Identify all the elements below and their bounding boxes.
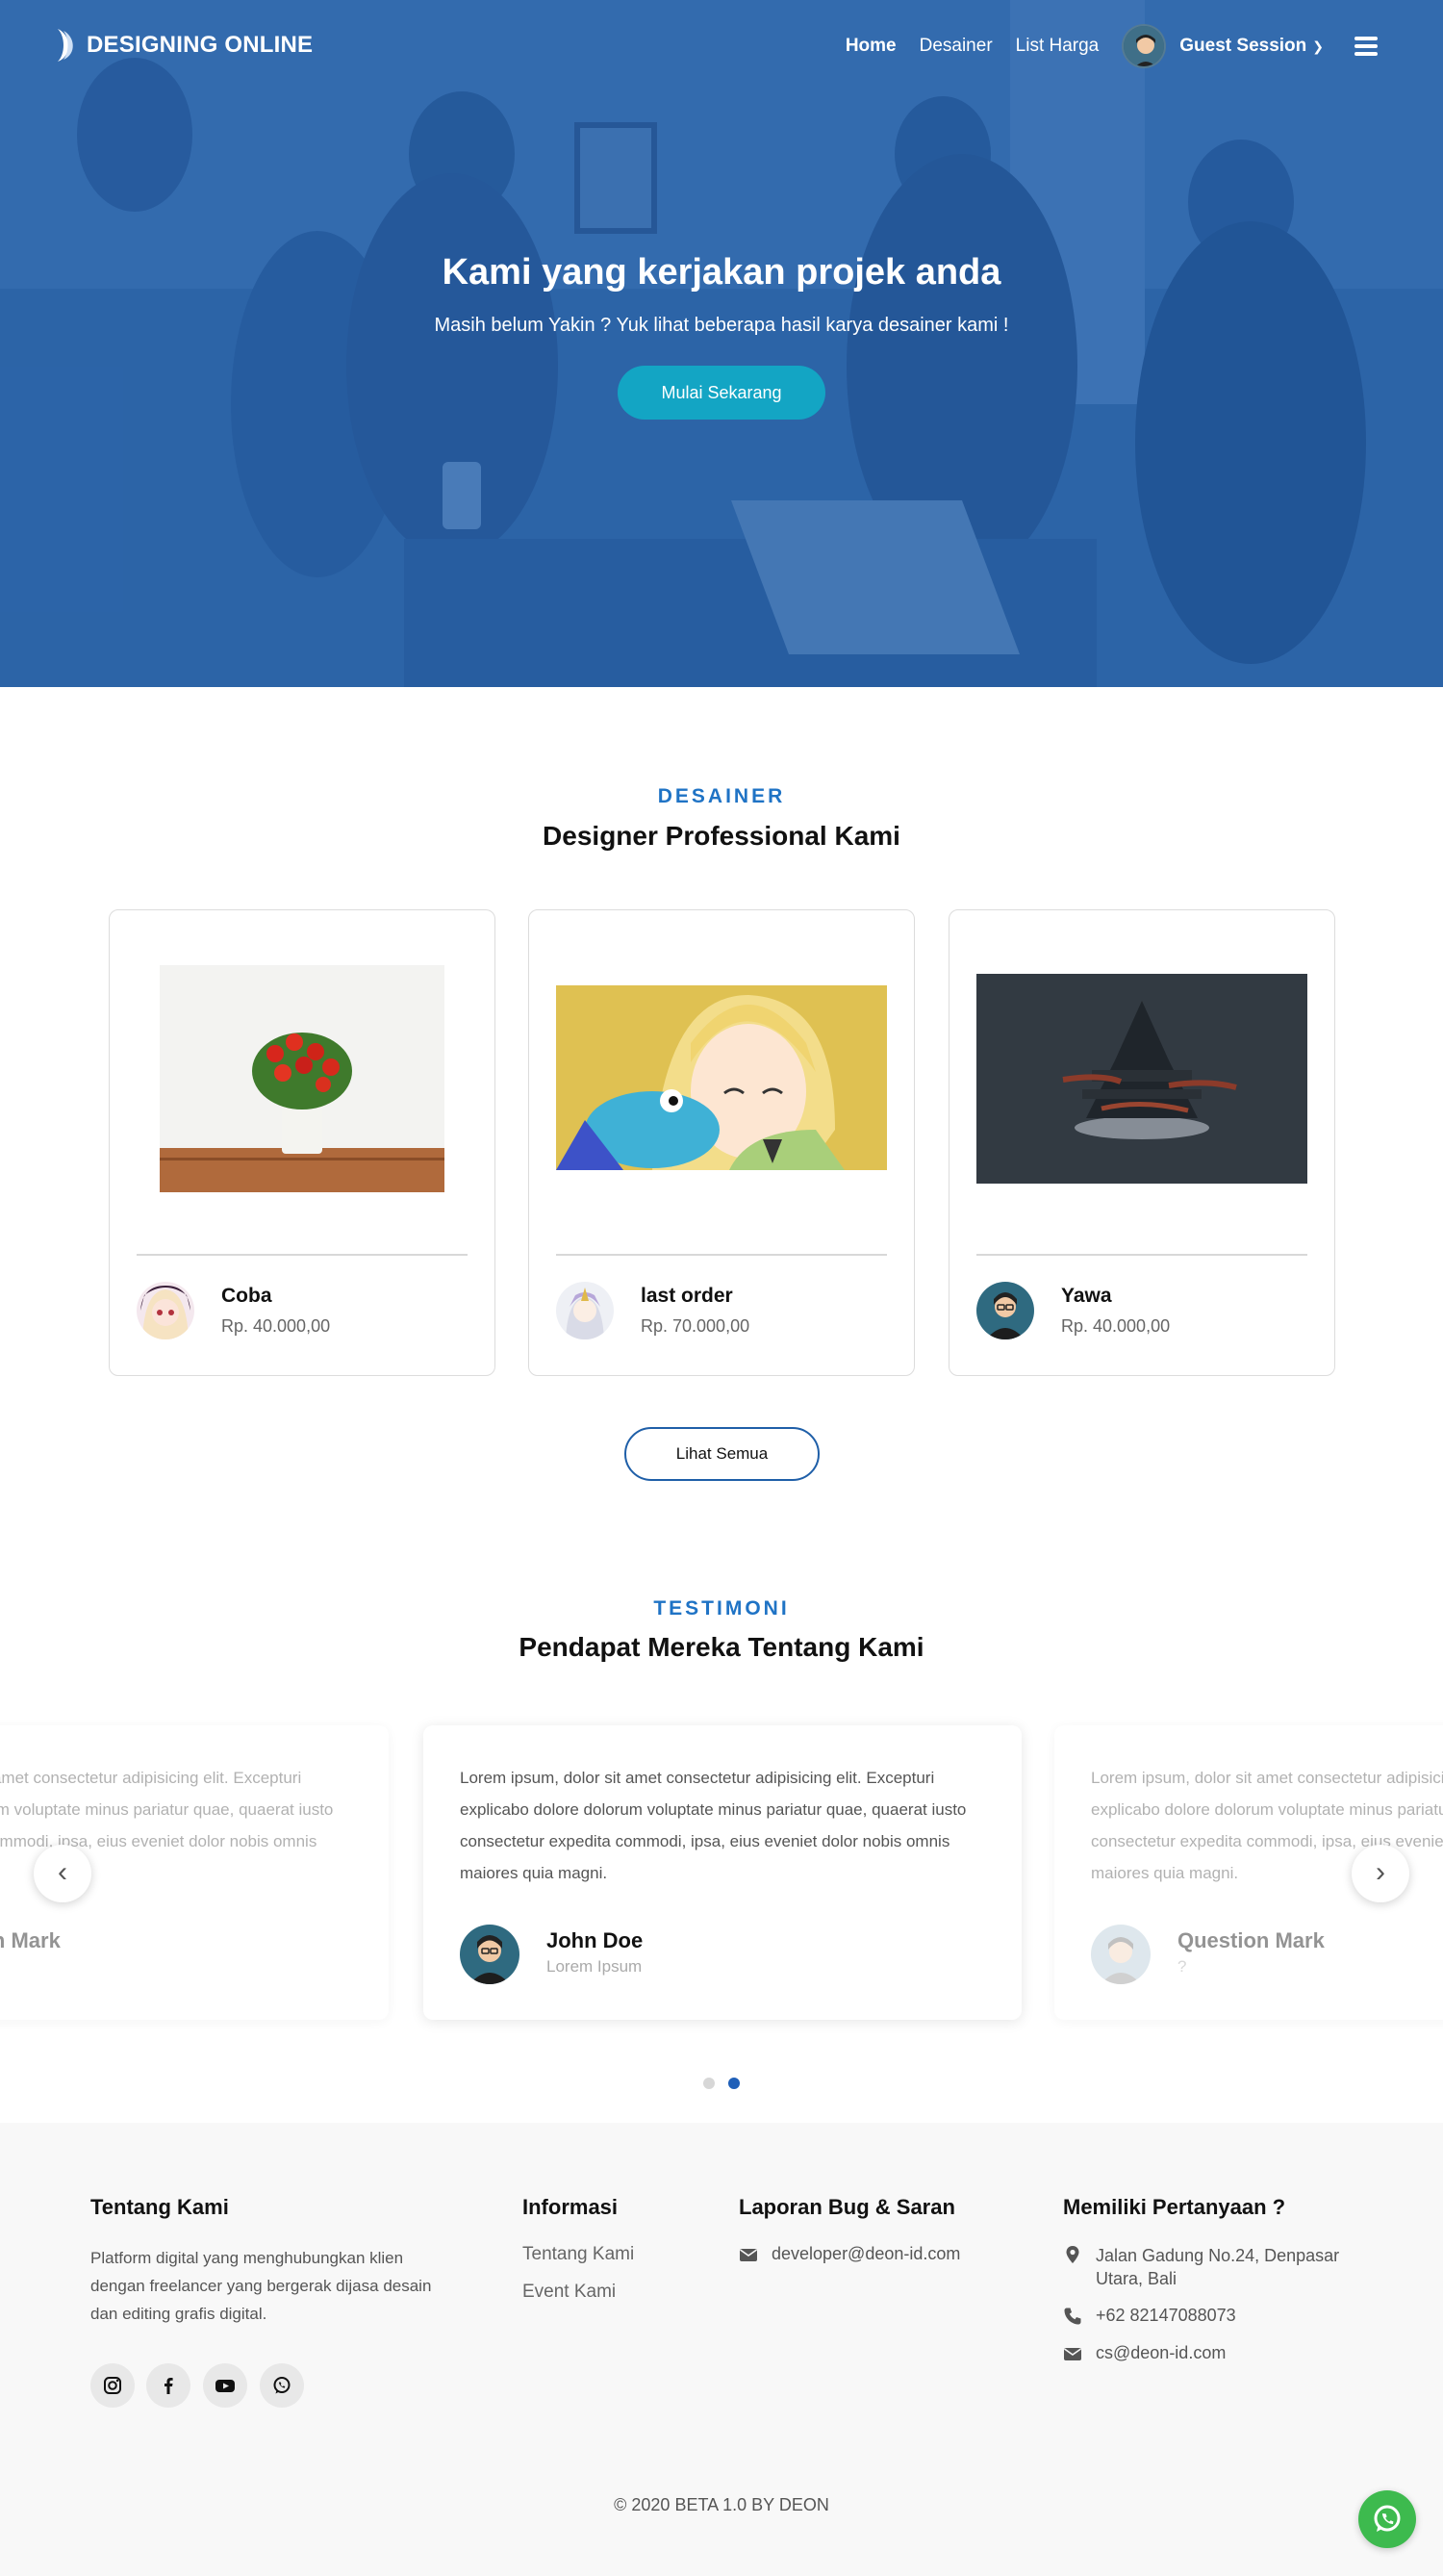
designer-card[interactable]: Yawa Rp. 40.000,00 — [949, 909, 1335, 1376]
youtube-icon[interactable] — [203, 2363, 247, 2408]
testimonial-role: Lorem Ipsum — [546, 1957, 643, 1976]
brand-mark-icon — [58, 29, 73, 62]
copyright-text: © 2020 BETA 1.0 BY DEON — [614, 2495, 829, 2514]
testimonial-avatar — [460, 1925, 519, 1984]
see-all-button[interactable]: Lihat Semua — [624, 1427, 820, 1481]
footer-about-text: Platform digital yang menghubungkan klie… — [90, 2249, 432, 2323]
facebook-icon[interactable] — [146, 2363, 190, 2408]
map-marker-icon — [1066, 2246, 1079, 2263]
designers-title: Designer Professional Kami — [543, 821, 900, 851]
hamburger-menu-icon[interactable] — [1354, 33, 1378, 60]
hero-content: Kami yang kerjakan projek anda Masih bel… — [0, 252, 1443, 420]
designers-eyebrow: DESAINER — [657, 785, 786, 807]
footer-link-tentang-kami[interactable]: Tentang Kami — [522, 2244, 634, 2265]
nav-link-list-harga[interactable]: List Harga — [1016, 36, 1100, 57]
brand-name: DESIGNING ONLINE — [87, 32, 314, 58]
testimoni-title: Pendapat Mereka Tentang Kami — [519, 1632, 924, 1662]
footer-bug-title: Laporan Bug & Saran — [739, 2195, 955, 2219]
nav-link-desainer[interactable]: Desainer — [920, 36, 993, 57]
footer-about-title: Tentang Kami — [90, 2195, 229, 2219]
whatsapp-icon[interactable] — [260, 2363, 304, 2408]
testimonial-avatar — [1091, 1925, 1151, 1984]
designer-name: Yawa — [1061, 1285, 1112, 1307]
phone-icon — [1064, 2308, 1081, 2325]
carousel-dot-active[interactable] — [728, 2078, 740, 2089]
designer-avatar — [976, 1282, 1034, 1339]
whatsapp-float-icon[interactable] — [1358, 2490, 1416, 2548]
envelope-icon — [740, 2249, 757, 2261]
designer-artwork-image — [556, 985, 887, 1170]
designer-artwork-image — [160, 965, 444, 1192]
footer-contact-title: Memiliki Pertanyaan ? — [1063, 2195, 1286, 2219]
footer-phone[interactable]: +62 82147088073 — [1063, 2306, 1236, 2326]
testimonial-text: Lorem ipsum, dolor sit amet consectetur … — [460, 1769, 967, 1882]
designer-card[interactable]: last order Rp. 70.000,00 — [528, 909, 915, 1376]
carousel-dot[interactable] — [703, 2078, 715, 2089]
designer-avatar — [556, 1282, 614, 1339]
footer-email[interactable]: cs@deon-id.com — [1063, 2343, 1226, 2363]
nav-link-home[interactable]: Home — [846, 36, 897, 57]
testimonial-role: ? — [1177, 1957, 1187, 1976]
testimonial-name: Question Mark — [0, 1928, 61, 1952]
testimonial-card-active: Lorem ipsum, dolor sit amet consectetur … — [423, 1725, 1022, 2020]
testimonial-name: Question Mark — [1177, 1928, 1325, 1952]
designer-price: Rp. 40.000,00 — [1061, 1316, 1171, 1336]
designer-artwork-image — [976, 974, 1307, 1184]
designer-price: Rp. 70.000,00 — [641, 1316, 750, 1336]
top-navbar: DESIGNING ONLINE Home Desainer List Harg… — [0, 0, 1443, 92]
footer-bug-email[interactable]: developer@deon-id.com — [739, 2244, 960, 2264]
testimoni-eyebrow: TESTIMONI — [653, 1597, 790, 1620]
start-now-button[interactable]: Mulai Sekarang — [618, 366, 825, 420]
nav-links: Home Desainer List Harga Guest Session ❯ — [846, 21, 1443, 71]
chevron-down-icon[interactable]: ❯ — [1312, 38, 1324, 55]
user-avatar[interactable] — [1122, 24, 1167, 68]
brand-logo[interactable]: DESIGNING ONLINE — [56, 27, 313, 64]
designer-avatar — [137, 1282, 194, 1339]
chevron-left-icon[interactable]: ‹ — [34, 1845, 91, 1902]
designer-price: Rp. 40.000,00 — [221, 1316, 331, 1336]
instagram-icon[interactable] — [90, 2363, 135, 2408]
footer-info-title: Informasi — [522, 2195, 619, 2219]
hero-section: DESIGNING ONLINE Home Desainer List Harg… — [0, 0, 1443, 687]
user-name[interactable]: Guest Session — [1179, 36, 1306, 57]
hero-subtitle: Masih belum Yakin ? Yuk lihat beberapa h… — [434, 315, 1009, 336]
envelope-icon — [1064, 2348, 1081, 2360]
chevron-right-icon[interactable]: › — [1352, 1845, 1409, 1902]
designer-name: Coba — [221, 1285, 272, 1307]
hero-title: Kami yang kerjakan projek anda — [442, 252, 1001, 293]
footer-address: Jalan Gadung No.24, Denpasar Utara, Bali — [1063, 2244, 1352, 2290]
testimonial-name: John Doe — [546, 1928, 644, 1952]
designer-card[interactable]: Coba Rp. 40.000,00 — [109, 909, 495, 1376]
designer-name: last order — [641, 1285, 733, 1307]
footer-link-event-kami[interactable]: Event Kami — [522, 2282, 616, 2303]
